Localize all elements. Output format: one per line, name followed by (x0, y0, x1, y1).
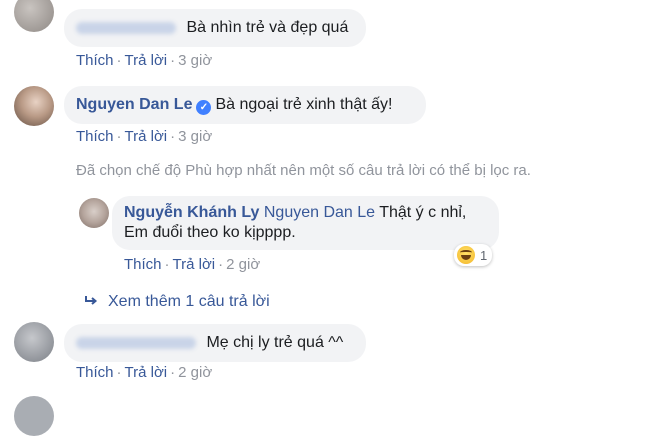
mention-link[interactable]: Nguyen Dan Le (264, 204, 375, 221)
comment-text: Bà nhìn trẻ và đẹp quá (186, 19, 349, 36)
reply-text-line2: Em đuổi theo ko kịpppp. (124, 224, 296, 241)
reply-time[interactable]: 2 giờ (226, 256, 260, 273)
separator: · (170, 364, 176, 381)
reply-button[interactable]: Trả lời (125, 52, 168, 69)
comment-time[interactable]: 2 giờ (178, 364, 212, 381)
comment-author[interactable]: Nguyen Dan Le (76, 96, 192, 113)
comment-time[interactable]: 3 giờ (178, 52, 212, 69)
reply-text-line1: Thật ý c nhỉ, (379, 204, 467, 221)
reply-actions: Thích · Trả lời · 2 giờ (124, 256, 260, 273)
like-button[interactable]: Thích (76, 128, 114, 145)
avatar[interactable] (14, 322, 54, 362)
comment-time[interactable]: 3 giờ (178, 128, 212, 145)
avatar[interactable] (14, 0, 54, 32)
comment-text: Mẹ chị ly trẻ quá ^^ (206, 334, 344, 351)
avatar[interactable] (79, 198, 109, 228)
reply-author[interactable]: Nguyễn Khánh Ly (124, 204, 259, 221)
reaction-count: 1 (480, 247, 488, 263)
reply-arrow-icon (84, 293, 102, 311)
separator: · (116, 364, 122, 381)
avatar[interactable] (14, 396, 54, 436)
like-button[interactable]: Thích (124, 256, 162, 273)
separator: · (116, 52, 122, 69)
reply-bubble: Nguyễn Khánh Ly Nguyen Dan Le Thật ý c n… (112, 196, 499, 250)
reaction-summary[interactable]: 1 (454, 244, 493, 266)
reply-button[interactable]: Trả lời (173, 256, 216, 273)
separator: · (164, 256, 170, 273)
separator: · (170, 128, 176, 145)
comment-actions: Thích · Trả lời · 2 giờ (76, 364, 212, 381)
comment-text: Bà ngoại trẻ xinh thật ấy! (215, 96, 393, 113)
haha-icon (457, 246, 475, 264)
comment-author[interactable] (76, 21, 176, 34)
verified-badge-icon: ✓ (196, 100, 212, 115)
reply-button[interactable]: Trả lời (125, 364, 168, 381)
comment-actions: Thích · Trả lời · 3 giờ (76, 128, 212, 145)
filter-note: Đã chọn chế độ Phù hợp nhất nên một số c… (76, 162, 531, 179)
reply-button[interactable]: Trả lời (125, 128, 168, 145)
separator: · (170, 52, 176, 69)
comment-bubble: Nguyen Dan Le ✓ Bà ngoại trẻ xinh thật ấy! (64, 86, 426, 124)
comment-bubble: Bà nhìn trẻ và đẹp quá (64, 9, 366, 47)
comment-actions: Thích · Trả lời · 3 giờ (76, 52, 212, 69)
separator: · (218, 256, 224, 273)
avatar[interactable] (14, 86, 54, 126)
more-replies-link[interactable]: Xem thêm 1 câu trả lời (84, 293, 270, 311)
more-replies-label: Xem thêm 1 câu trả lời (108, 293, 270, 310)
comment-bubble: Mẹ chị ly trẻ quá ^^ (64, 324, 366, 362)
like-button[interactable]: Thích (76, 364, 114, 381)
comment-author[interactable] (76, 336, 196, 349)
separator: · (116, 128, 122, 145)
like-button[interactable]: Thích (76, 52, 114, 69)
